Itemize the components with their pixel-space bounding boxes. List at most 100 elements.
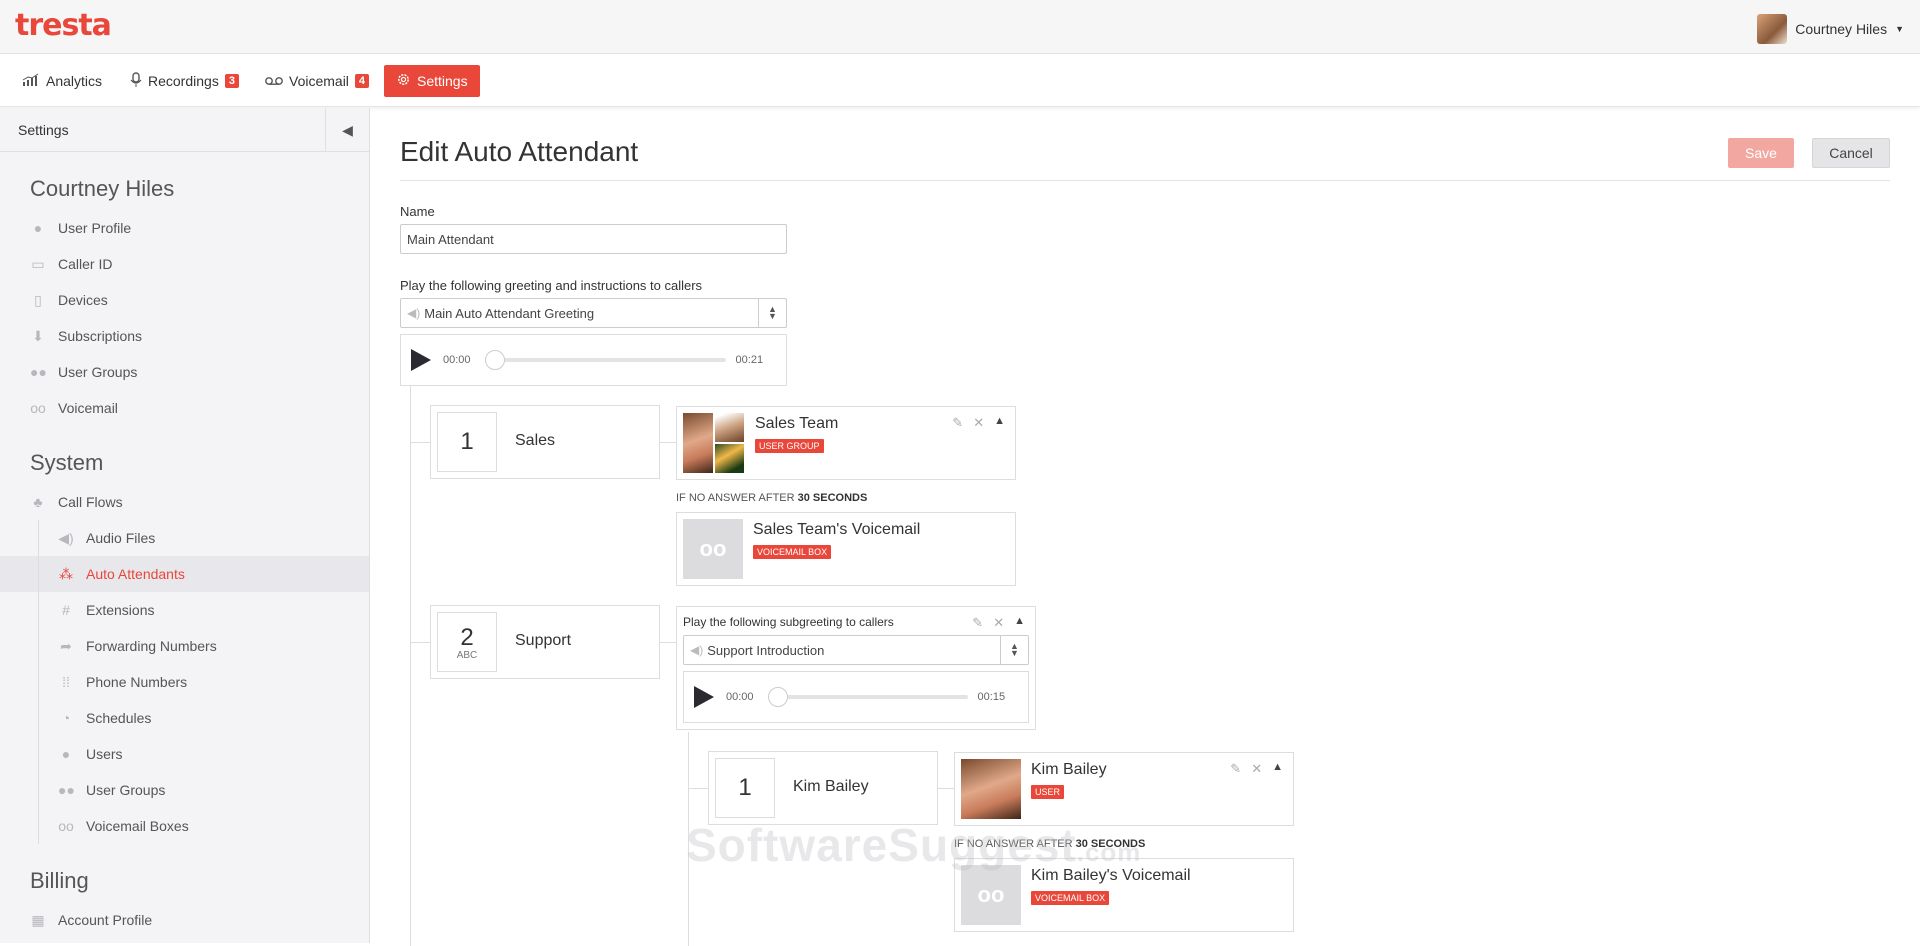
nav-voicemail-label: Voicemail: [289, 73, 349, 89]
sidebar-item-auto-attendants[interactable]: ⁂ Auto Attendants: [0, 556, 369, 592]
nav-settings[interactable]: Settings: [384, 65, 480, 97]
option-name: Sales: [515, 432, 556, 449]
no-answer-prefix: If no answer after: [676, 492, 795, 504]
sidebar-item-label: Schedules: [86, 710, 152, 726]
voicemail-icon: oo: [683, 519, 743, 579]
sidebar-item-label: Voicemail Boxes: [86, 818, 189, 834]
sidebar-section-system: System: [30, 450, 104, 475]
nav-voicemail[interactable]: Voicemail 4: [259, 65, 375, 97]
seek-knob[interactable]: [484, 350, 505, 370]
current-time: 00:00: [726, 691, 754, 703]
voicemail-icon: oo: [30, 400, 46, 416]
tree-line: [410, 442, 430, 443]
sidebar-item-forwarding-numbers[interactable]: ➦ Forwarding Numbers: [0, 628, 369, 664]
phone-device-icon: ▯: [34, 291, 42, 308]
play-icon[interactable]: [411, 349, 431, 371]
sidebar-item-label: Voicemail: [58, 400, 118, 416]
sidebar-item-devices[interactable]: ▯ Devices: [0, 282, 369, 318]
sidebar-header: Settings ◀: [0, 108, 369, 152]
greeting-select-value: Main Auto Attendant Greeting: [424, 305, 595, 321]
sidebar-item-users[interactable]: ● Users: [0, 736, 369, 772]
collapse-up-icon[interactable]: ▲: [1272, 761, 1283, 777]
menu-option-sales[interactable]: 1 Sales: [430, 405, 660, 479]
current-time: 00:00: [443, 354, 471, 366]
edit-icon[interactable]: ✎: [952, 415, 963, 431]
destination-name: Kim Bailey: [1031, 761, 1107, 778]
name-label: Name: [400, 204, 435, 219]
voicemail-box-tag: Voicemail Box: [1031, 891, 1110, 905]
tresta-logo[interactable]: tresta: [15, 8, 112, 43]
subgreeting-select[interactable]: ◀) Support Introduction ▲ ▼: [683, 635, 1029, 665]
sidebar-item-label: User Groups: [86, 782, 166, 798]
option-digit: 1: [715, 758, 775, 818]
sidebar-item-audio-files[interactable]: ◀) Audio Files: [0, 520, 369, 556]
caret-down-icon: ▼: [1895, 24, 1904, 34]
keypad-icon: ⁞⁞: [62, 674, 70, 690]
seek-knob[interactable]: [767, 687, 788, 707]
edit-icon[interactable]: ✎: [1230, 761, 1241, 777]
play-icon[interactable]: [694, 686, 714, 708]
avatar: [1757, 14, 1788, 44]
greeting-select[interactable]: ◀) Main Auto Attendant Greeting ▲ ▼: [400, 298, 787, 328]
user-photo: [961, 759, 1021, 819]
name-input[interactable]: Main Attendant: [400, 224, 787, 254]
collapse-up-icon[interactable]: ▲: [994, 415, 1005, 431]
sidebar-item-user-groups[interactable]: ●● User Groups: [0, 354, 369, 390]
sidebar-title: Settings: [18, 121, 69, 138]
speaker-icon: ◀): [58, 529, 74, 546]
auto-attendant-icon: ⁂: [59, 565, 73, 582]
subgreeting-panel: Play the following subgreeting to caller…: [676, 606, 1036, 730]
seek-bar[interactable]: [767, 687, 968, 707]
sub-option-kim-bailey[interactable]: 1 Kim Bailey: [708, 751, 938, 825]
sidebar-item-caller-id[interactable]: ▭ Caller ID: [0, 246, 369, 282]
sidebar-item-label: User Groups: [58, 364, 138, 380]
edit-icon[interactable]: ✎: [972, 615, 983, 631]
sidebar-item-subscriptions[interactable]: ⬇ Subscriptions: [0, 318, 369, 354]
greeting-audio-player: 00:00 00:21: [400, 334, 787, 386]
sidebar-item-label: Forwarding Numbers: [86, 638, 217, 654]
sidebar-item-user-profile[interactable]: ● User Profile: [0, 210, 369, 246]
sidebar-item-system-user-groups[interactable]: ●● User Groups: [0, 772, 369, 808]
digit-value: 2: [460, 623, 474, 651]
top-bar: tresta Courtney Hiles ▼: [0, 0, 1920, 54]
nav-analytics-label: Analytics: [46, 73, 103, 89]
user-menu[interactable]: Courtney Hiles ▼: [1757, 14, 1904, 44]
digit-letters: ABC: [456, 649, 478, 661]
sidebar-item-account-profile[interactable]: ▦ Account Profile: [0, 902, 369, 938]
save-button[interactable]: Save: [1728, 138, 1794, 168]
caret-left-icon: ◀: [342, 121, 353, 138]
collapse-sidebar-button[interactable]: ◀: [325, 108, 369, 152]
cancel-button[interactable]: Cancel: [1812, 138, 1890, 168]
close-icon[interactable]: ✕: [1251, 761, 1262, 777]
collapse-up-icon[interactable]: ▲: [1014, 615, 1025, 631]
users-icon: ●●: [58, 782, 75, 798]
speaker-icon: ◀): [690, 643, 704, 657]
sidebar-item-voicemail[interactable]: oo Voicemail: [0, 390, 369, 426]
forward-arrow-icon: ➦: [60, 637, 72, 654]
sidebar-item-extensions[interactable]: # Extensions: [0, 592, 369, 628]
nav-recordings[interactable]: Recordings 3: [124, 65, 245, 97]
no-answer-time: 30 Seconds: [797, 492, 868, 504]
destination-sales-team: Sales Team User Group ✎ ✕ ▲: [676, 406, 1016, 480]
nav-analytics[interactable]: Analytics: [16, 65, 108, 97]
voicemail-icon: oo: [58, 818, 74, 834]
voicemail-box-tag: Voicemail Box: [753, 545, 832, 559]
gear-icon: [396, 72, 411, 90]
subgreeting-audio-player: 00:00 00:15: [683, 671, 1029, 723]
voicemail-icon: [265, 73, 283, 89]
close-icon[interactable]: ✕: [973, 415, 984, 431]
sidebar-item-phone-numbers[interactable]: ⁞⁞ Phone Numbers: [0, 664, 369, 700]
sidebar-item-voicemail-boxes[interactable]: oo Voicemail Boxes: [0, 808, 369, 844]
fallback-sales-voicemail: oo Sales Team's Voicemail Voicemail Box: [676, 512, 1016, 586]
tree-line: [658, 642, 676, 643]
menu-option-support[interactable]: 2 ABC Support: [430, 605, 660, 679]
seek-bar[interactable]: [484, 350, 726, 370]
subgreeting-tools: ✎ ✕ ▲: [972, 615, 1025, 631]
nav-recordings-label: Recordings: [148, 73, 219, 89]
sidebar-item-call-flows[interactable]: ♣ Call Flows: [0, 484, 369, 520]
option-name: Kim Bailey: [793, 778, 869, 795]
sidebar-item-schedules[interactable]: ◔ Schedules: [0, 700, 369, 736]
close-icon[interactable]: ✕: [993, 615, 1004, 631]
hash-icon: #: [62, 602, 70, 618]
divider: [400, 180, 1890, 181]
